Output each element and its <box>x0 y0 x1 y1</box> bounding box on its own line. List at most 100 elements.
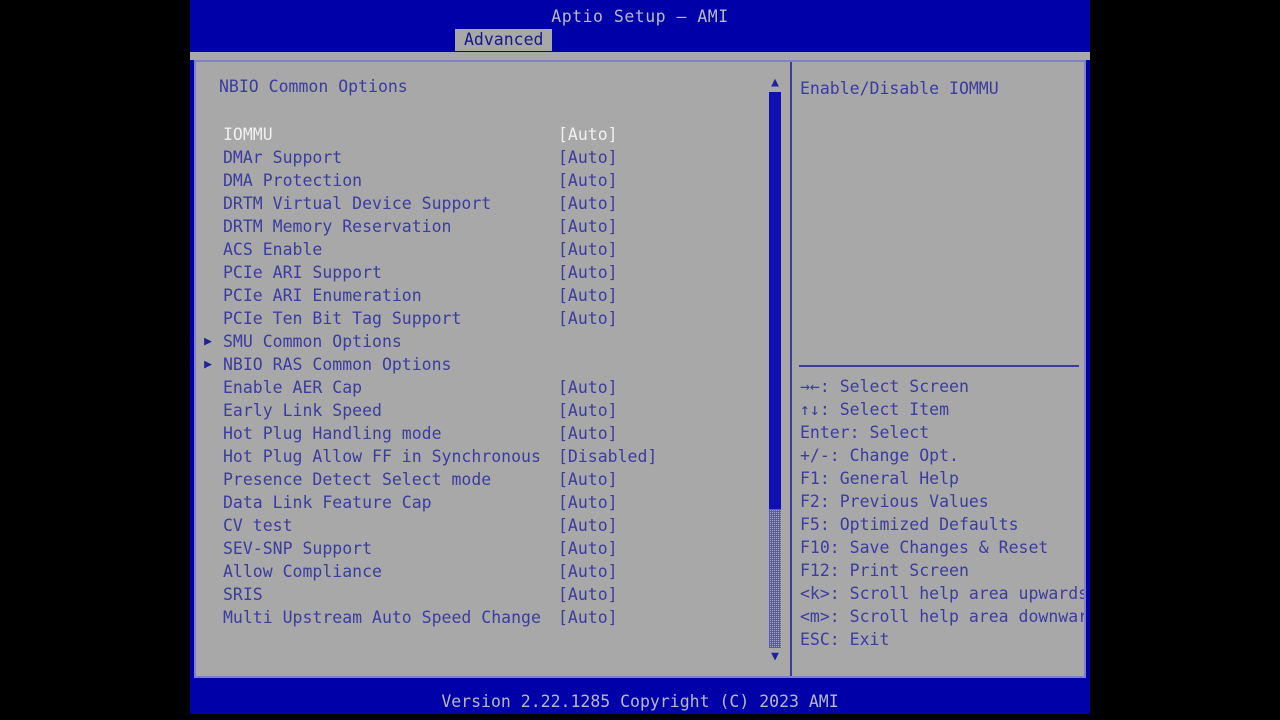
settings-row[interactable]: DMA Protection [Auto] <box>196 169 788 192</box>
key-legend-item: ↑↓: Select Item <box>800 400 950 419</box>
settings-row-label: DMAr Support <box>223 148 343 167</box>
settings-row[interactable]: PCIe ARI Support [Auto] <box>196 261 788 284</box>
settings-row[interactable]: SEV-SNP Support [Auto] <box>196 537 788 560</box>
key-legend-item: ESC: Exit <box>800 630 890 649</box>
settings-row[interactable]: Hot Plug Handling mode [Auto] <box>196 422 788 445</box>
settings-row-value[interactable]: [Auto] <box>558 215 618 238</box>
settings-row-label: DRTM Memory Reservation <box>223 217 452 236</box>
settings-row-label: DRTM Virtual Device Support <box>223 194 492 213</box>
settings-row-label: ACS Enable <box>223 240 323 259</box>
settings-row-value[interactable]: [Auto] <box>558 169 618 192</box>
settings-row-value[interactable]: [Auto] <box>558 537 618 560</box>
settings-row-label: Data Link Feature Cap <box>223 493 432 512</box>
submenu-arrow-icon: ▶ <box>204 334 212 349</box>
key-legend-item: <m>: Scroll help area downwards <box>800 607 1084 626</box>
settings-row-value[interactable]: [Auto] <box>558 514 618 537</box>
settings-row[interactable]: ACS Enable [Auto] <box>196 238 788 261</box>
settings-row[interactable]: Enable AER Cap [Auto] <box>196 376 788 399</box>
scrollbar-track[interactable] <box>769 92 781 648</box>
settings-row-label: Hot Plug Handling mode <box>223 424 442 443</box>
settings-list-pane: NBIO Common Options IOMMU [Auto] DMAr Supp… <box>196 62 788 676</box>
settings-row-value[interactable]: [Auto] <box>558 422 618 445</box>
settings-row-label: NBIO RAS Common Options <box>223 355 452 374</box>
settings-row-value[interactable]: [Disabled] <box>558 445 657 468</box>
settings-row[interactable]: ▶ NBIO RAS Common Options <box>196 353 788 376</box>
help-pane: Enable/Disable IOMMU →←: Select Screen ↑↓… <box>794 62 1084 676</box>
key-legend-item: F12: Print Screen <box>800 561 969 580</box>
help-description: Enable/Disable IOMMU <box>800 79 999 98</box>
scroll-down-arrow-icon[interactable]: ▼ <box>768 650 782 664</box>
settings-row[interactable]: DMAr Support [Auto] <box>196 146 788 169</box>
settings-row-label: DMA Protection <box>223 171 363 190</box>
key-legend-list: →←: Select Screen ↑↓: Select Item Enter: S… <box>800 375 1084 651</box>
settings-list: IOMMU [Auto] DMAr Support [Auto] DMA Protect… <box>196 123 788 629</box>
settings-row[interactable]: Multi Upstream Auto Speed Change [Auto] <box>196 606 788 629</box>
settings-row[interactable]: PCIe ARI Enumeration [Auto] <box>196 284 788 307</box>
settings-row-label: PCIe ARI Support <box>223 263 382 282</box>
section-title: NBIO Common Options <box>219 77 408 96</box>
settings-row-label: IOMMU <box>223 125 273 144</box>
settings-row[interactable]: PCIe Ten Bit Tag Support [Auto] <box>196 307 788 330</box>
tabbar-underline <box>190 52 1090 60</box>
settings-row-value[interactable]: [Auto] <box>558 560 618 583</box>
settings-row-label: Presence Detect Select mode <box>223 470 492 489</box>
settings-row-value[interactable]: [Auto] <box>558 284 618 307</box>
bios-canvas: Aptio Setup – AMI Advanced NBIO Common O… <box>190 0 1090 714</box>
settings-row-value[interactable]: [Auto] <box>558 146 618 169</box>
page-title: Aptio Setup – AMI <box>551 7 729 26</box>
settings-row[interactable]: SRIS [Auto] <box>196 583 788 606</box>
settings-row-value[interactable]: [Auto] <box>558 307 618 330</box>
key-legend-item: →←: Select Screen <box>800 377 969 396</box>
settings-row[interactable]: DRTM Virtual Device Support [Auto] <box>196 192 788 215</box>
tab-bar: Advanced <box>190 29 1090 52</box>
key-legend-item: F2: Previous Values <box>800 492 989 511</box>
key-legend-item: F5: Optimized Defaults <box>800 515 1019 534</box>
key-legend-item: F10: Save Changes & Reset <box>800 538 1049 557</box>
key-legend-item: <k>: Scroll help area upwards <box>800 584 1084 603</box>
settings-row-value[interactable]: [Auto] <box>558 376 618 399</box>
settings-row-value[interactable]: [Auto] <box>558 123 618 146</box>
settings-row-label: Hot Plug Allow FF in Synchronous <box>223 447 541 466</box>
settings-row-value[interactable]: [Auto] <box>558 238 618 261</box>
settings-row[interactable]: ▶ SMU Common Options <box>196 330 788 353</box>
scroll-up-arrow-icon[interactable]: ▲ <box>768 76 782 90</box>
settings-row-label: SEV-SNP Support <box>223 539 373 558</box>
scrollbar-thumb[interactable] <box>769 92 781 509</box>
key-legend-item: Enter: Select <box>800 423 930 442</box>
key-legend-item: F1: General Help <box>800 469 959 488</box>
settings-row[interactable]: Hot Plug Allow FF in Synchronous [Disable… <box>196 445 788 468</box>
settings-row-value[interactable]: [Auto] <box>558 606 618 629</box>
settings-row-label: Enable AER Cap <box>223 378 363 397</box>
settings-row-label: CV test <box>223 516 293 535</box>
settings-row-value[interactable]: [Auto] <box>558 491 618 514</box>
footer-bar: Version 2.22.1285 Copyright (C) 2023 AMI <box>190 690 1090 713</box>
settings-row-label: PCIe ARI Enumeration <box>223 286 422 305</box>
settings-row-label: Early Link Speed <box>223 401 382 420</box>
main-panel: NBIO Common Options IOMMU [Auto] DMAr Supp… <box>194 60 1086 678</box>
bios-screen: Aptio Setup – AMI Advanced NBIO Common O… <box>0 0 1280 720</box>
settings-row-label: SRIS <box>223 585 263 604</box>
settings-row-value[interactable]: [Auto] <box>558 399 618 422</box>
settings-row-value[interactable]: [Auto] <box>558 468 618 491</box>
submenu-arrow-icon: ▶ <box>204 357 212 372</box>
list-scrollbar[interactable]: ▲ ▼ <box>767 76 783 664</box>
tab-advanced[interactable]: Advanced <box>455 29 553 51</box>
settings-row-label: Allow Compliance <box>223 562 382 581</box>
settings-row-value[interactable]: [Auto] <box>558 192 618 215</box>
pane-divider <box>790 62 792 676</box>
settings-row[interactable]: CV test [Auto] <box>196 514 788 537</box>
settings-row[interactable]: DRTM Memory Reservation [Auto] <box>196 215 788 238</box>
help-divider <box>799 365 1079 367</box>
settings-row-label: SMU Common Options <box>223 332 402 351</box>
settings-row-value[interactable]: [Auto] <box>558 583 618 606</box>
settings-row[interactable]: Presence Detect Select mode [Auto] <box>196 468 788 491</box>
version-text: Version 2.22.1285 Copyright (C) 2023 AMI <box>441 692 839 711</box>
settings-row[interactable]: Allow Compliance [Auto] <box>196 560 788 583</box>
settings-row[interactable]: Data Link Feature Cap [Auto] <box>196 491 788 514</box>
settings-row[interactable]: IOMMU [Auto] <box>196 123 788 146</box>
settings-row-value[interactable]: [Auto] <box>558 261 618 284</box>
settings-row[interactable]: Early Link Speed [Auto] <box>196 399 788 422</box>
settings-row-label: PCIe Ten Bit Tag Support <box>223 309 462 328</box>
header-bar: Aptio Setup – AMI Advanced <box>190 0 1090 56</box>
settings-row-label: Multi Upstream Auto Speed Change <box>223 608 541 627</box>
